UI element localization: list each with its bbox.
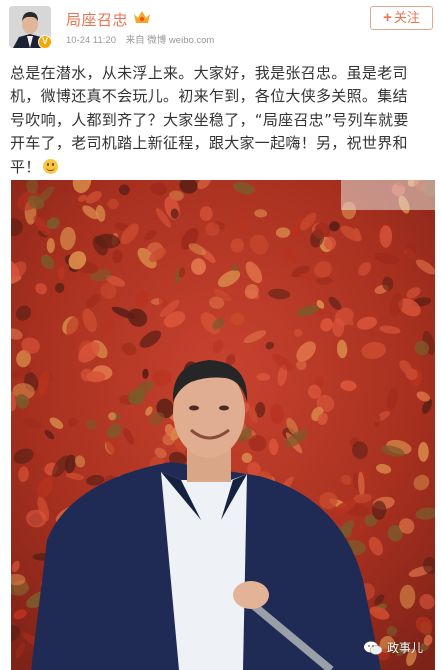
plus-icon: + — [383, 9, 392, 26]
post-photo[interactable]: 政事儿 — [11, 180, 435, 670]
crown-icon — [134, 11, 150, 23]
post-text-line: 机，微博还真不会玩儿。初来乍到，各位大侠多关照。集结 — [10, 87, 408, 106]
post-text-line: 号吹响，人都到齐了？大家坐稳了，“局座召忠”号列车就要 — [10, 110, 409, 129]
post-text-line: 开车了，老司机踏上新征程，跟大家一起嗨！另，祝世界和 — [10, 134, 408, 153]
post-text: 总是在潜水，从未浮上来。大家好，我是张召忠。虽是老司 机，微博还真不会玩儿。初来… — [10, 62, 435, 179]
leaf-texture — [418, 442, 429, 462]
leaf-texture — [379, 225, 393, 248]
verified-badge-icon: V — [38, 35, 52, 49]
post-timestamp: 10-24 11:20 — [66, 35, 117, 46]
post-source[interactable]: 来自 微博 weibo.com — [126, 35, 215, 46]
post-text-line: 平！ — [10, 157, 41, 176]
post-text-line: 总是在潜水，从未浮上来。大家好，我是张召忠。虽是老司 — [10, 64, 408, 82]
smile-emoji-icon — [42, 158, 58, 174]
photo-image — [11, 180, 435, 670]
author-name[interactable]: 局座召忠 — [66, 9, 128, 30]
watermark-label: 政事儿 — [386, 641, 423, 655]
follow-label: 关注 — [393, 10, 420, 25]
post-meta: 10-24 11:20 来自 微博 weibo.com — [66, 32, 221, 46]
follow-button[interactable]: + 关注 — [370, 6, 433, 30]
watermark: 政事儿 — [363, 639, 423, 656]
post-text-line-last: 平！ — [10, 156, 435, 179]
wechat-icon — [363, 641, 383, 655]
post-header: V 局座召忠 10-24 11:20 来自 微博 weibo.com + 关注 — [0, 0, 441, 56]
